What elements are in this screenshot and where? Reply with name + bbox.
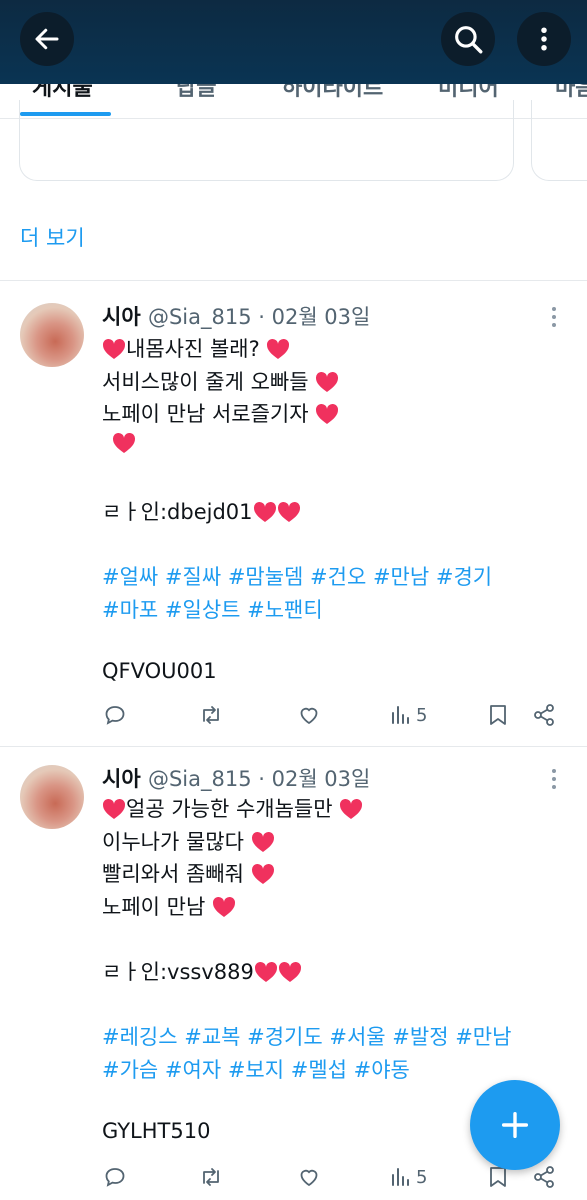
handle-and-date: @Sia_815 · 02월 03일	[147, 305, 371, 329]
views-button[interactable]: 5	[390, 1165, 427, 1189]
display-name[interactable]: 시아	[102, 767, 141, 791]
hashtag-line[interactable]: #마포 #일상트 #노팬티	[102, 594, 323, 624]
reply-button[interactable]	[103, 1165, 127, 1189]
reply-icon	[105, 706, 125, 725]
suggestion-card[interactable]	[531, 100, 587, 181]
tweet-line: GYLHT510	[102, 1119, 210, 1143]
top-app-bar	[0, 0, 587, 84]
tweet-line: ㄹㅏ인:vssv889	[102, 956, 302, 986]
line-text: 노페이 만남	[102, 894, 206, 919]
line-text: #가슴 #여자 #보지 #멜섭 #야동	[102, 1057, 410, 1082]
repost-icon	[203, 1168, 219, 1186]
view-count: 5	[416, 1166, 428, 1188]
tweet-line: 얼공 가능한 수개놈들만	[102, 793, 363, 823]
tweet-line: 이누나가 물많다	[102, 826, 275, 856]
tweet-actions: 5	[0, 1165, 587, 1195]
line-text: 빨리와서 좀빼줘	[102, 862, 244, 887]
bar-chart-icon	[392, 1168, 409, 1186]
heart-emoji-icon	[340, 798, 363, 819]
line-text: QFVOU001	[102, 659, 217, 683]
bar-chart-icon	[392, 706, 409, 724]
plus-icon	[501, 1111, 529, 1139]
line-text: #레깅스 #교복 #경기도 #서울 #발정 #만남	[102, 1025, 512, 1050]
heart-emoji-icon	[278, 961, 301, 982]
line-text: 서비스많이 줄게 오빠들	[102, 369, 309, 394]
repost-button[interactable]	[198, 1165, 224, 1189]
reply-button[interactable]	[103, 703, 127, 727]
more-vertical-icon[interactable]	[546, 767, 562, 791]
tweet-header: 시아 @Sia_815 · 02월 03일	[102, 301, 370, 331]
line-text: 내몸사진 볼래?	[126, 337, 260, 361]
heart-emoji-icon	[212, 896, 235, 917]
heart-emoji-icon	[251, 864, 274, 885]
share-icon	[534, 1166, 554, 1188]
heart-emoji-icon	[316, 404, 339, 425]
heart-emoji-icon	[102, 338, 126, 359]
handle-and-date: @Sia_815 · 02월 03일	[147, 767, 371, 791]
views-button[interactable]: 5	[390, 703, 427, 727]
tweet-actions: 5	[0, 703, 587, 733]
back-button[interactable]	[20, 12, 74, 66]
more-vertical-icon	[541, 27, 547, 51]
avatar[interactable]	[20, 765, 84, 829]
line-text: 얼공 가능한 수개놈들만	[126, 797, 333, 821]
more-options-button[interactable]	[517, 12, 571, 66]
bookmark-icon	[490, 705, 506, 725]
like-button[interactable]	[296, 1165, 322, 1189]
repost-icon	[203, 706, 219, 724]
line-text: #얼싸 #질싸 #맘눌뎀 #건오 #만남 #경기	[102, 565, 493, 590]
line-text: GYLHT510	[102, 1119, 211, 1143]
compose-button[interactable]	[470, 1080, 560, 1170]
reply-icon	[105, 1168, 125, 1187]
display-name[interactable]: 시아	[102, 305, 141, 329]
bookmark-button[interactable]	[487, 703, 509, 727]
tweet-line: 노페이 만남 서로즐기자	[102, 398, 339, 428]
tweet-line: 내몸사진 볼래?	[102, 333, 290, 363]
more-vertical-icon[interactable]	[546, 305, 562, 329]
tweet-line: QFVOU001	[102, 659, 217, 683]
repost-button[interactable]	[198, 703, 224, 727]
tweet-line: 노페이 만남	[102, 891, 236, 921]
line-text: 노페이 만남 서로즐기자	[102, 402, 309, 427]
line-text: #마포 #일상트 #노팬티	[102, 597, 323, 622]
tweet[interactable]: 시아 @Sia_815 · 02월 03일 내몸사진 볼래? 서비스많이 줄게 …	[0, 281, 587, 746]
suggestion-card[interactable]	[19, 100, 514, 181]
search-icon	[455, 26, 483, 54]
share-button[interactable]	[532, 1165, 556, 1189]
view-count: 5	[416, 704, 428, 726]
heart-emoji-icon	[277, 501, 300, 522]
heart-outline-icon	[300, 707, 318, 725]
heart-emoji-icon	[102, 798, 126, 819]
tweet-line: ㄹㅏ인:dbejd01	[102, 496, 301, 526]
heart-emoji-icon	[254, 961, 277, 982]
line-text: ㄹㅏ인:dbejd01	[102, 500, 253, 524]
heart-outline-icon	[300, 1169, 318, 1187]
arrow-left-icon	[35, 28, 59, 50]
like-button[interactable]	[296, 703, 322, 727]
tweet-line: 빨리와서 좀빼줘	[102, 858, 275, 888]
hashtag-line[interactable]: #얼싸 #질싸 #맘눌뎀 #건오 #만남 #경기	[102, 561, 492, 591]
line-text: ㄹㅏ인:vssv889	[102, 960, 254, 984]
hashtag-line[interactable]: #레깅스 #교복 #경기도 #서울 #발정 #만남	[102, 1021, 511, 1051]
heart-emoji-icon	[251, 831, 274, 852]
line-text: 이누나가 물많다	[102, 829, 244, 854]
tweet-header: 시아 @Sia_815 · 02월 03일	[102, 763, 370, 793]
search-button[interactable]	[441, 12, 495, 66]
share-button[interactable]	[532, 703, 556, 727]
avatar[interactable]	[20, 303, 84, 367]
heart-emoji-icon	[112, 432, 136, 453]
tweet-line: 서비스많이 줄게 오빠들	[102, 366, 339, 396]
heart-emoji-icon	[267, 338, 290, 359]
hashtag-line[interactable]: #가슴 #여자 #보지 #멜섭 #야동	[102, 1054, 410, 1084]
show-more-link[interactable]: 더 보기	[20, 222, 85, 252]
tweet-line	[112, 431, 136, 455]
heart-emoji-icon	[316, 371, 339, 392]
share-icon	[534, 704, 554, 726]
heart-emoji-icon	[253, 501, 276, 522]
